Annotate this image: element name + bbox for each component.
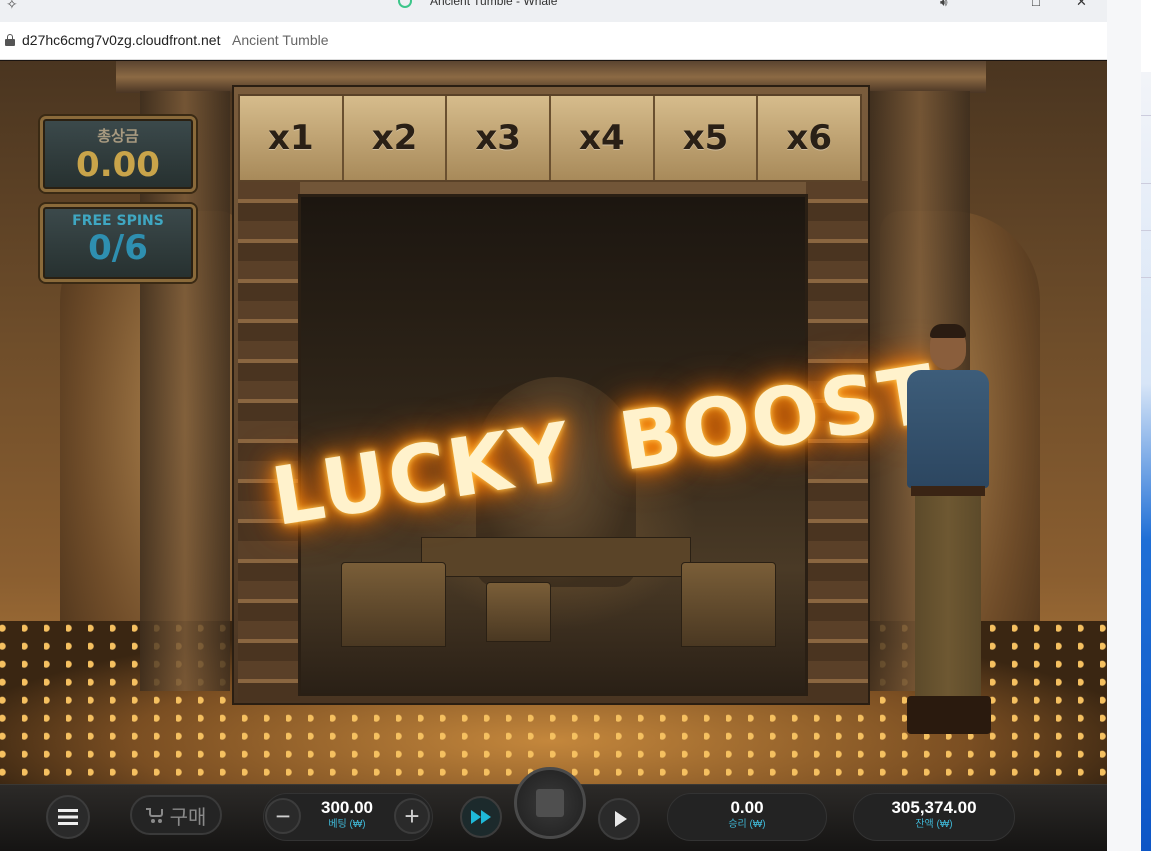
window-title: Ancient Tumble - Whale bbox=[430, 0, 558, 8]
browser-titlebar: ✧ Ancient Tumble - Whale 🔊︎ □ ✕ bbox=[0, 0, 1107, 22]
speaker-icon[interactable]: 🔊︎ bbox=[940, 0, 948, 10]
total-win-label: 총상금 bbox=[97, 127, 139, 145]
play-icon bbox=[614, 811, 627, 827]
control-bar: 구매 − 300.00 베팅 (₩) + 0.00 승리 (₩) 305,374… bbox=[0, 767, 1107, 851]
menu-button[interactable] bbox=[46, 795, 90, 839]
page-title: Ancient Tumble bbox=[232, 32, 329, 48]
stop-icon bbox=[536, 789, 564, 817]
decrease-bet-button[interactable]: − bbox=[265, 798, 301, 834]
multiplier-x5: x5 bbox=[654, 96, 759, 180]
close-button[interactable]: ✕ bbox=[1076, 0, 1087, 10]
bet-display: 300.00 베팅 (₩) bbox=[305, 798, 389, 832]
multiplier-x3: x3 bbox=[447, 96, 552, 180]
explorer-character bbox=[885, 324, 1010, 736]
treasure-chest bbox=[341, 562, 446, 647]
multiplier-x1: x1 bbox=[240, 96, 344, 180]
buy-feature-button[interactable]: 구매 bbox=[130, 795, 222, 835]
balance-label: 잔액 (₩) bbox=[915, 819, 953, 830]
plus-icon: + bbox=[404, 800, 420, 831]
bet-label: 베팅 (₩) bbox=[328, 819, 366, 830]
autoplay-button[interactable] bbox=[598, 798, 640, 840]
altar bbox=[421, 537, 691, 577]
desktop-background bbox=[1107, 0, 1151, 851]
win-info: 0.00 승리 (₩) bbox=[667, 798, 827, 832]
buy-label: 구매 bbox=[169, 806, 207, 829]
url-text[interactable]: d27hc6cmg7v0zg.cloudfront.net bbox=[22, 32, 220, 48]
total-win-panel: 총상금 0.00 bbox=[40, 116, 196, 192]
free-spins-value: 0/6 bbox=[88, 228, 148, 268]
hamburger-icon bbox=[58, 809, 78, 825]
address-bar[interactable]: d27hc6cmg7v0zg.cloudfront.net Ancient Tu… bbox=[0, 22, 1107, 60]
game-canvas[interactable]: x1 x2 x3 x4 x5 x6 LUCKY BOOST 총상금 0.00 FR… bbox=[0, 61, 1107, 851]
spin-button[interactable] bbox=[514, 767, 586, 839]
multiplier-x2: x2 bbox=[343, 96, 448, 180]
balance-value: 305,374.00 bbox=[891, 798, 977, 817]
bet-value: 300.00 bbox=[321, 798, 373, 817]
maximize-button[interactable]: □ bbox=[1032, 0, 1040, 9]
whale-browser-icon bbox=[398, 0, 412, 8]
multiplier-x6: x6 bbox=[758, 96, 861, 180]
frame-column-left bbox=[238, 181, 300, 701]
cart-icon bbox=[145, 808, 164, 823]
win-label: 승리 (₩) bbox=[728, 819, 766, 830]
multiplier-bar: x1 x2 x3 x4 x5 x6 bbox=[238, 94, 862, 182]
minus-icon: − bbox=[275, 800, 291, 831]
free-spins-label: FREE SPINS bbox=[72, 213, 164, 229]
increase-bet-button[interactable]: + bbox=[394, 798, 430, 834]
win-value: 0.00 bbox=[730, 798, 764, 817]
fast-forward-icon bbox=[471, 810, 491, 824]
treasure-chest bbox=[681, 562, 776, 647]
turbo-button[interactable] bbox=[460, 796, 502, 838]
total-win-value: 0.00 bbox=[76, 145, 160, 185]
pin-icon[interactable]: ✧ bbox=[6, 0, 18, 13]
free-spins-panel: FREE SPINS 0/6 bbox=[40, 204, 196, 282]
multiplier-x4: x4 bbox=[551, 96, 655, 180]
balance-info: 305,374.00 잔액 (₩) bbox=[853, 798, 1015, 832]
lock-icon[interactable] bbox=[5, 34, 15, 46]
treasure-chest bbox=[486, 582, 551, 642]
